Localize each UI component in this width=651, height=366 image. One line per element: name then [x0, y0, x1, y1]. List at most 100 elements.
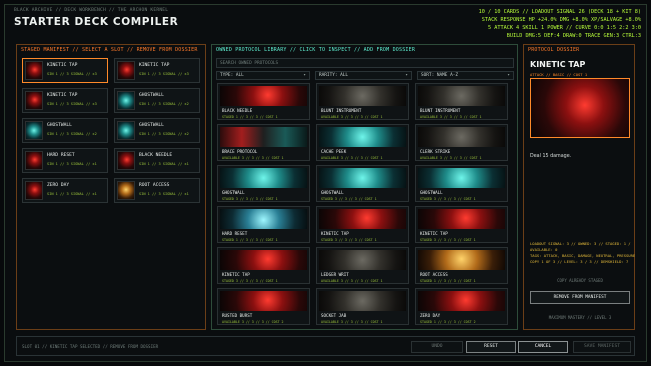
- card-thumbnail: [25, 61, 43, 80]
- dossier-subtitle: ATTACK // BASIC // COST 1: [530, 72, 588, 77]
- card-art-image: [220, 250, 307, 270]
- save-manifest-button[interactable]: SAVE MANIFEST: [573, 341, 631, 353]
- protocol-card[interactable]: KINETIC TAP STAGED 3 // 3 // 3 // COST 1: [217, 247, 310, 284]
- card-art-image: [220, 86, 307, 106]
- dossier-info: LOADOUT SIGNAL: 3 // OWNED: 3 // STAGED:…: [530, 241, 635, 265]
- card-art-image: [418, 250, 505, 270]
- card-name: GHOSTWALL: [420, 190, 443, 195]
- slot-card-name: GHOSTWALL: [139, 93, 164, 98]
- staged-manifest-panel: STAGED MANIFEST // SELECT A SLOT // REMO…: [16, 44, 206, 330]
- card-thumbnail: [117, 181, 135, 200]
- card-art-image: [418, 291, 505, 311]
- card-art-image: [530, 78, 630, 138]
- card-meta: STAGED 3 // 3 // 3 // COST 1: [222, 279, 278, 283]
- card-art-image: [319, 127, 406, 147]
- card-meta: STAGED 3 // 3 // 3 // COST 1: [420, 197, 476, 201]
- protocol-card[interactable]: SOCKET JAB AVAILABLE 3 // 3 // 3 // COST …: [316, 288, 409, 325]
- card-name: ZERO DAY: [420, 313, 441, 318]
- manifest-slot[interactable]: GHOSTWALL SIN 1 // 3 SIGNAL // x2: [114, 88, 200, 113]
- copy-status-note: COPY ALREADY STAGED: [557, 278, 603, 283]
- manifest-slot[interactable]: KINETIC TAP SIN 1 // 3 SIGNAL // x3: [22, 58, 108, 83]
- protocol-card[interactable]: ROOT ACCESS STAGED 1 // 3 // 3 // COST 1: [415, 247, 508, 284]
- slot-card-meta: SIN 1 // 3 SIGNAL // x1: [139, 192, 189, 196]
- protocol-card[interactable]: CLERK STRIKE AVAILABLE 3 // 3 // 3 // COS…: [415, 124, 508, 161]
- slot-card-meta: SIN 1 // 3 SIGNAL // x2: [139, 102, 189, 106]
- protocol-dossier-panel: PROTOCOL DOSSIER KINETIC TAP ATTACK // B…: [523, 44, 635, 330]
- card-thumbnail: [117, 121, 135, 140]
- card-name: BLUNT INSTRUMENT: [420, 108, 461, 113]
- card-name: GHOSTWALL: [321, 190, 344, 195]
- card-name: CACHE PEEK: [321, 149, 347, 154]
- card-name: KINETIC TAP: [420, 231, 448, 236]
- protocol-card[interactable]: RUSTED BURST AVAILABLE 3 // 3 // 3 // COS…: [217, 288, 310, 325]
- stat-line: 10 / 10 CARDS // LOADOUT SIGNAL 26 (DECK…: [478, 9, 641, 15]
- card-name: BRACE PROTOCOL: [222, 149, 258, 154]
- slot-card-meta: SIN 1 // 3 SIGNAL // x1: [47, 192, 97, 196]
- protocol-card[interactable]: GHOSTWALL STAGED 3 // 3 // 3 // COST 1: [415, 165, 508, 202]
- card-name: SOCKET JAB: [321, 313, 347, 318]
- slot-card-name: KINETIC TAP: [47, 93, 78, 98]
- card-meta: AVAILABLE 3 // 3 // 3 // COST 1: [321, 279, 383, 283]
- protocol-card[interactable]: BLUNT INSTRUMENT AVAILABLE 3 // 3 // 3 //…: [316, 83, 409, 120]
- slot-card-name: KINETIC TAP: [47, 63, 78, 68]
- undo-button[interactable]: UNDO: [411, 341, 463, 353]
- card-name: HARD RESET: [222, 231, 248, 236]
- protocol-library-panel: OWNED PROTOCOL LIBRARY // CLICK TO INSPE…: [211, 44, 518, 330]
- card-art-image: [418, 209, 505, 229]
- protocol-card[interactable]: ZERO DAY STAGED 1 // 3 // 3 // COST 2: [415, 288, 508, 325]
- protocol-card[interactable]: BRACE PROTOCOL AVAILABLE 3 // 3 // 3 // C…: [217, 124, 310, 161]
- protocol-card[interactable]: BLACK NEEDLE STAGED 1 // 3 // 3 // COST 1: [217, 83, 310, 120]
- card-name: BLUNT INSTRUMENT: [321, 108, 362, 113]
- manifest-slot[interactable]: BLACK NEEDLE SIN 1 // 3 SIGNAL // x1: [114, 148, 200, 173]
- manifest-slot[interactable]: HARD RESET SIN 1 // 3 SIGNAL // x1: [22, 148, 108, 173]
- card-name: BLACK NEEDLE: [222, 108, 253, 113]
- slot-card-name: ROOT ACCESS: [139, 183, 170, 188]
- card-thumbnail: [25, 151, 43, 170]
- card-meta: AVAILABLE 3 // 3 // 3 // COST 1: [420, 115, 482, 119]
- card-meta: STAGED 3 // 3 // 3 // COST 1: [321, 238, 377, 242]
- protocol-card[interactable]: HARD RESET STAGED 1 // 3 // 3 // COST 1: [217, 206, 310, 243]
- manifest-slot[interactable]: KINETIC TAP SIN 1 // 3 SIGNAL // x3: [22, 88, 108, 113]
- card-art-image: [220, 209, 307, 229]
- card-meta: STAGED 1 // 3 // 3 // COST 2: [420, 320, 476, 324]
- remove-from-manifest-button[interactable]: REMOVE FROM MANIFEST: [530, 291, 630, 304]
- rarity-filter-select[interactable]: RARITY: ALL ▾: [315, 71, 412, 80]
- card-art-image: [418, 86, 505, 106]
- card-name: LEDGER WRIT: [321, 272, 349, 277]
- manifest-slot[interactable]: GHOSTWALL SIN 1 // 3 SIGNAL // x2: [114, 118, 200, 143]
- card-art-image: [319, 86, 406, 106]
- card-art-image: [319, 291, 406, 311]
- slot-card-meta: SIN 1 // 3 SIGNAL // x1: [47, 162, 97, 166]
- card-art-image: [220, 127, 307, 147]
- type-filter-select[interactable]: TYPE: ALL ▾: [216, 71, 310, 80]
- cancel-button[interactable]: CANCEL: [518, 341, 568, 353]
- manifest-slot[interactable]: GHOSTWALL SIN 1 // 3 SIGNAL // x2: [22, 118, 108, 143]
- protocol-card[interactable]: GHOSTWALL STAGED 3 // 3 // 3 // COST 1: [217, 165, 310, 202]
- protocol-card[interactable]: CACHE PEEK AVAILABLE 3 // 3 // 3 // COST …: [316, 124, 409, 161]
- slot-card-name: GHOSTWALL: [47, 123, 72, 128]
- chevron-down-icon: ▾: [405, 73, 408, 78]
- manifest-slot[interactable]: ZERO DAY SIN 1 // 3 SIGNAL // x1: [22, 178, 108, 203]
- search-input[interactable]: SEARCH OWNED PROTOCOLS: [216, 58, 514, 68]
- slot-card-name: ZERO DAY: [47, 183, 70, 188]
- slot-card-name: KINETIC TAP: [139, 63, 170, 68]
- manifest-slot[interactable]: KINETIC TAP SIN 1 // 3 SIGNAL // x3: [114, 58, 200, 83]
- manifest-slot[interactable]: ROOT ACCESS SIN 1 // 3 SIGNAL // x1: [114, 178, 200, 203]
- type-filter-value: TYPE: ALL: [220, 73, 244, 78]
- protocol-card[interactable]: BLUNT INSTRUMENT AVAILABLE 3 // 3 // 3 //…: [415, 83, 508, 120]
- card-meta: STAGED 3 // 3 // 3 // COST 1: [321, 197, 377, 201]
- card-art-image: [418, 127, 505, 147]
- card-name: KINETIC TAP: [321, 231, 349, 236]
- sort-select[interactable]: SORT: NAME A-Z ▾: [417, 71, 514, 80]
- stat-line: 5 ATTACK 4 SKILL 1 POWER // CURVE 0:0 1:…: [487, 25, 641, 31]
- protocol-card[interactable]: KINETIC TAP STAGED 3 // 3 // 3 // COST 1: [415, 206, 508, 243]
- card-thumbnail: [117, 151, 135, 170]
- protocol-card[interactable]: GHOSTWALL STAGED 3 // 3 // 3 // COST 1: [316, 165, 409, 202]
- reset-button[interactable]: RESET: [466, 341, 516, 353]
- slot-card-name: GHOSTWALL: [139, 123, 164, 128]
- protocol-card[interactable]: KINETIC TAP STAGED 3 // 3 // 3 // COST 1: [316, 206, 409, 243]
- slot-card-name: HARD RESET: [47, 153, 75, 158]
- card-description: Deal 15 damage.: [530, 154, 572, 159]
- protocol-card[interactable]: LEDGER WRIT AVAILABLE 3 // 3 // 3 // COST…: [316, 247, 409, 284]
- card-meta: STAGED 1 // 3 // 3 // COST 1: [420, 279, 476, 283]
